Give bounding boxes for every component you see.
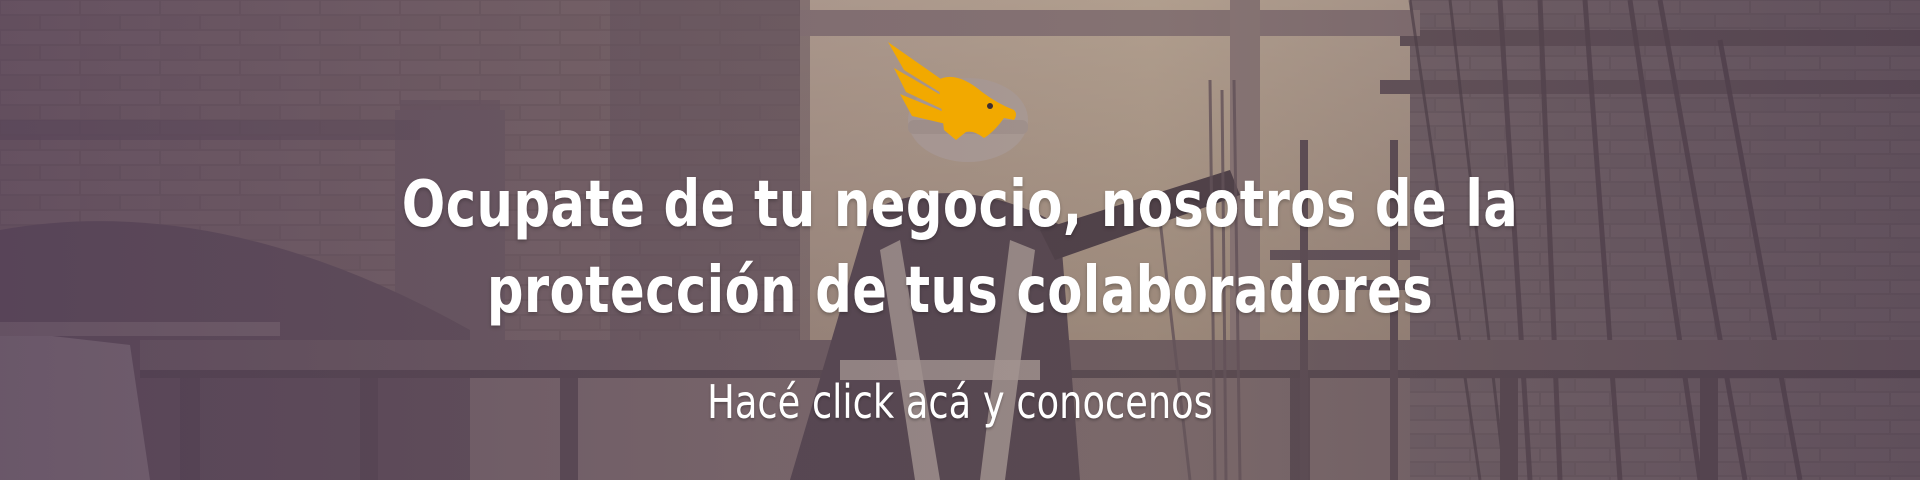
cta-link[interactable]: Hacé click acá y conocenos — [640, 372, 1280, 432]
hero-banner: Ocupate de tu negocio, nosotros de la pr… — [0, 0, 1920, 480]
eagle-logo-icon — [888, 42, 1016, 140]
headline: Ocupate de tu negocio, nosotros de la pr… — [401, 168, 1519, 328]
